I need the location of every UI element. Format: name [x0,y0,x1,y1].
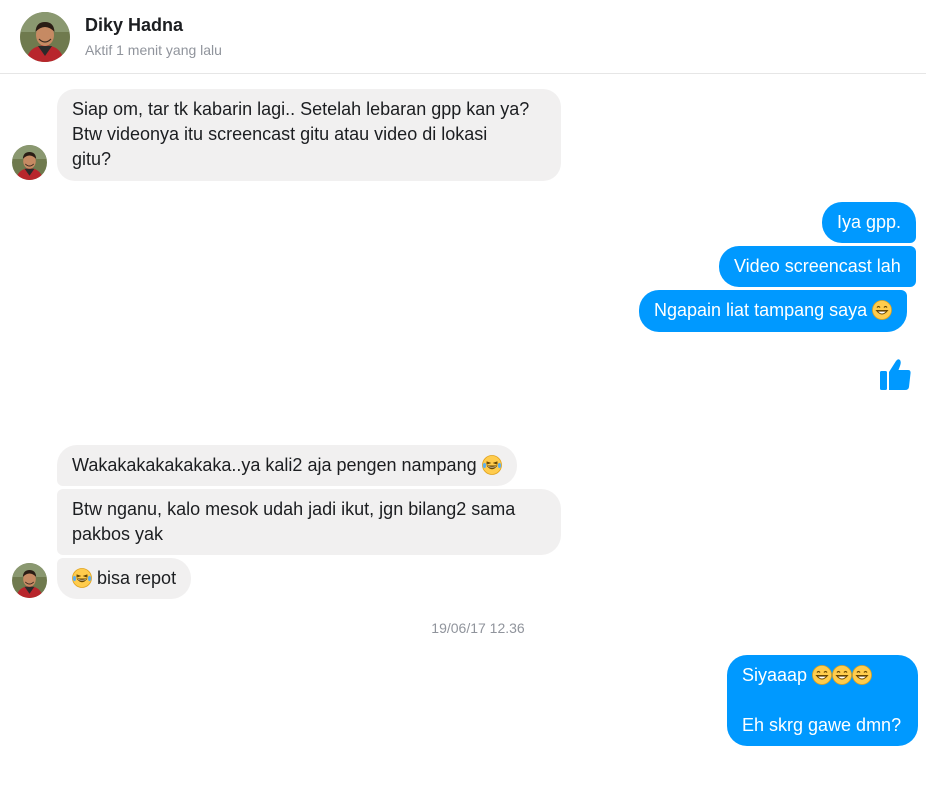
message-line: gitu? [72,149,112,169]
sender-avatar[interactable] [12,145,47,180]
incoming-message[interactable]: Wakakakakakakaka..ya kali2 aja pengen na… [57,445,517,486]
message-line: Btw videonya itu screencast gitu atau vi… [72,124,488,144]
message-text: Wakakakakakakaka..ya kali2 aja pengen na… [72,455,477,475]
outgoing-message[interactable]: Siyaaap Eh skrg gawe dmn? [727,655,918,746]
message-line: Siap om, tar tk kabarin lagi.. Setelah l… [72,99,530,119]
grinning-face-icon [832,665,852,685]
message-text: Ngapain liat tampang saya [654,300,868,320]
contact-status: Aktif 1 menit yang lalu [85,42,222,58]
tears-of-joy-icon [72,568,92,588]
message-text: Video screencast lah [734,256,901,276]
contact-avatar[interactable] [20,12,70,62]
incoming-message[interactable]: Btw nganu, kalo mesok udah jadi ikut, jg… [57,489,561,555]
outgoing-message[interactable]: Iya gpp. [822,202,917,243]
tears-of-joy-icon [482,455,502,475]
grinning-face-icon [852,665,872,685]
sender-avatar[interactable] [12,563,47,598]
grinning-face-icon [872,300,892,320]
outgoing-message[interactable]: Video screencast lah [719,246,916,287]
message-text: Iya gpp. [837,212,902,232]
conversation-header: Diky Hadna Aktif 1 menit yang lalu [0,0,926,74]
message-line: Eh skrg gawe dmn? [742,715,902,735]
message-line: Siyaaap [742,663,903,688]
message-line: pakbos yak [72,524,164,544]
contact-name[interactable]: Diky Hadna [85,15,183,36]
message-text: bisa repot [97,568,177,588]
incoming-message[interactable]: Siap om, tar tk kabarin lagi.. Setelah l… [57,89,561,181]
message-line: Btw nganu, kalo mesok udah jadi ikut, jg… [72,499,516,519]
timestamp: 19/06/17 12.36 [431,620,525,636]
outgoing-message[interactable]: Ngapain liat tampang saya [639,290,908,332]
message-text: Siyaaap [742,665,808,685]
grinning-face-icon [812,665,832,685]
incoming-message[interactable]: bisa repot [57,558,192,599]
thumbs-up-icon[interactable] [877,356,913,392]
